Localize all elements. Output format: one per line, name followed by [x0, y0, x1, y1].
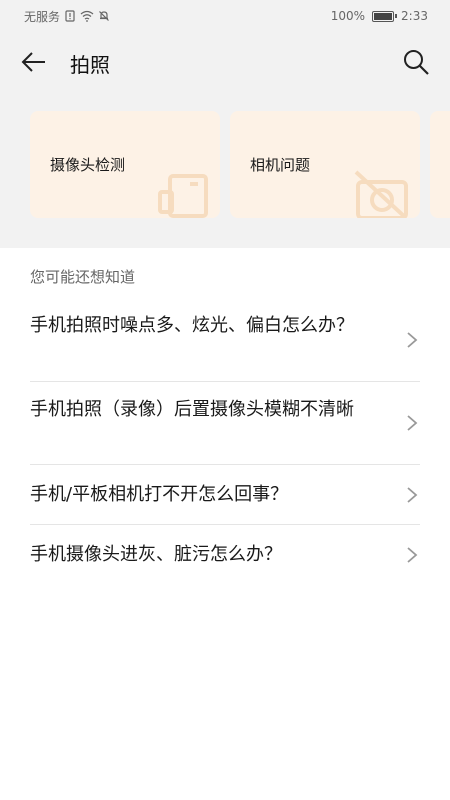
suggestion-list: 手机拍照时噪点多、炫光、偏白怎么办？ 手机拍照（录像）后置摄像头模糊不清晰 手机…: [30, 298, 420, 585]
page-title: 拍照: [70, 53, 110, 77]
bell-off-icon: [99, 11, 109, 21]
list-item[interactable]: 手机/平板相机打不开怎么回事？: [30, 465, 420, 525]
card-camera-issues[interactable]: 相机问题: [230, 111, 420, 218]
section-divider: [0, 236, 450, 248]
battery-level: [374, 12, 393, 20]
card-camera-check[interactable]: 摄像头检测: [30, 111, 220, 218]
chevron-right-icon: [407, 415, 418, 431]
list-item-text: 手机/平板相机打不开怎么回事？: [30, 484, 289, 505]
card-label: 摄像头检测: [50, 156, 126, 174]
camera-outline-icon: [158, 174, 208, 218]
list-item[interactable]: 手机摄像头进灰、脏污怎么办？: [30, 525, 420, 585]
category-cards: 摄像头检测 相机问题: [0, 92, 450, 236]
arrow-left-icon: [21, 52, 45, 72]
section-title: 您可能还想知道: [30, 268, 136, 286]
battery-icon: [372, 10, 398, 22]
battery-percent: 100%: [330, 9, 366, 23]
search-button[interactable]: [400, 46, 432, 78]
carrier-label: 无服务: [24, 9, 61, 24]
app-bar: 拍照: [0, 32, 450, 92]
chevron-right-icon: [407, 331, 418, 348]
status-left: 无服务: [24, 8, 110, 25]
chevron-right-icon: [407, 547, 418, 563]
search-icon: [404, 50, 429, 75]
list-item-text: 手机摄像头进灰、脏污怎么办？: [30, 544, 282, 565]
camera-off-icon: [354, 170, 408, 218]
chevron-right-icon: [407, 486, 418, 503]
list-item[interactable]: 手机拍照时噪点多、炫光、偏白怎么办？: [30, 298, 420, 382]
wifi-icon: [80, 10, 94, 22]
status-right: 100% 2:33: [331, 9, 428, 23]
list-item[interactable]: 手机拍照（录像）后置摄像头模糊不清晰: [30, 382, 420, 465]
status-bar: 无服务 100% 2:33: [0, 0, 450, 32]
sim-alert-icon: [65, 10, 75, 22]
clock: 2:33: [401, 9, 428, 23]
list-item-text: 手机拍照时噪点多、炫光、偏白怎么办？: [30, 315, 354, 336]
back-button[interactable]: [18, 46, 50, 78]
card-label: 相机问题: [250, 156, 311, 174]
list-item-text: 手机拍照（录像）后置摄像头模糊不清晰: [30, 399, 354, 420]
card-more[interactable]: [430, 111, 450, 218]
